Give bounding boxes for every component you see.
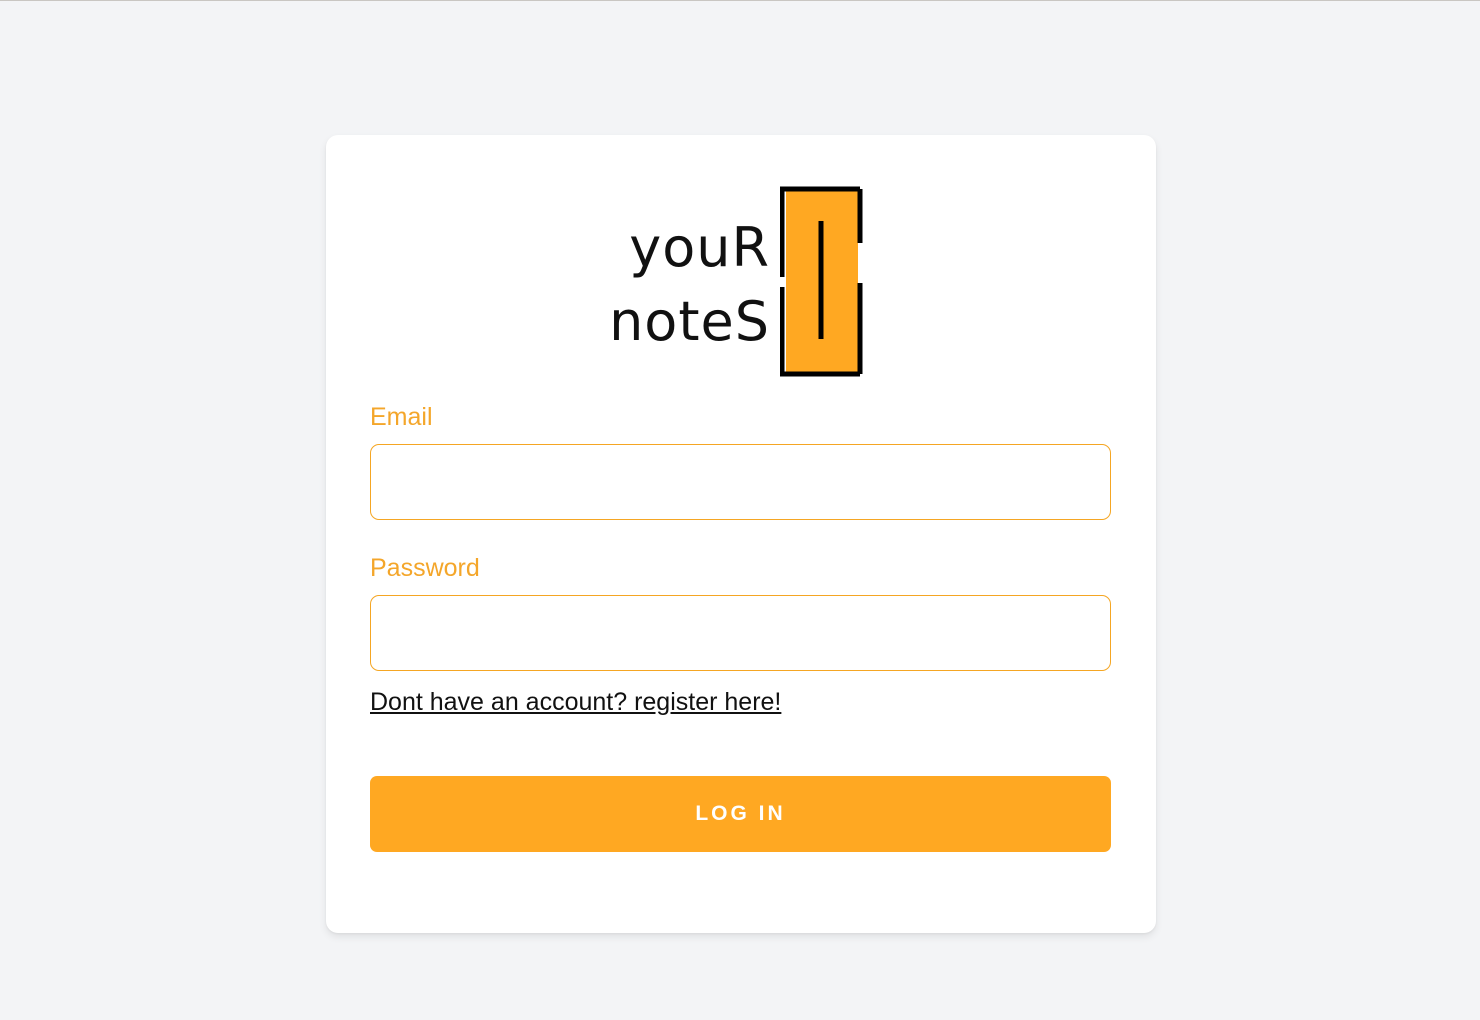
top-divider xyxy=(0,0,1480,1)
login-button[interactable]: LOG IN xyxy=(370,776,1111,852)
password-label: Password xyxy=(370,554,480,582)
app-logo: youR noteS xyxy=(606,185,866,380)
logo-text-line1: youR xyxy=(629,216,770,279)
logo-text-line2: noteS xyxy=(609,290,770,353)
login-card: youR noteS Email Password Dont have an a… xyxy=(326,135,1156,933)
password-field[interactable] xyxy=(370,595,1111,671)
register-link[interactable]: Dont have an account? register here! xyxy=(370,688,781,717)
notebook-bracket-icon xyxy=(780,186,864,377)
email-label: Email xyxy=(370,403,433,431)
email-field[interactable] xyxy=(370,444,1111,520)
